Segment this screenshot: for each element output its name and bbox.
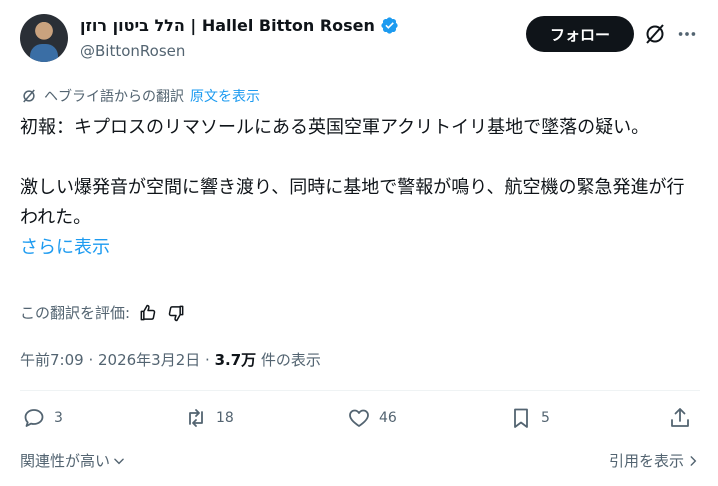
bookmark-count: 5 bbox=[541, 410, 550, 426]
rate-translation-label: この翻訳を評価: bbox=[20, 304, 131, 322]
rate-translation-row: この翻訳を評価: bbox=[20, 302, 186, 323]
tweet-date[interactable]: 2026年3月2日 bbox=[98, 351, 200, 369]
reply-icon bbox=[24, 409, 44, 427]
tweet-time[interactable]: 午前7:09 bbox=[20, 351, 84, 369]
thumbs-down-icon[interactable] bbox=[166, 303, 186, 323]
thumbs-up-icon[interactable] bbox=[138, 303, 158, 323]
relevance-sort[interactable]: 関連性が高い bbox=[20, 450, 126, 471]
like-count: 46 bbox=[379, 410, 397, 426]
grok-translate-icon bbox=[23, 89, 35, 103]
share-button[interactable] bbox=[668, 406, 692, 430]
bookmark-button[interactable]: 5 bbox=[509, 406, 550, 430]
view-quotes-link[interactable]: 引用を表示 bbox=[609, 450, 700, 471]
meta-separator: · bbox=[83, 351, 98, 369]
author-name-row: הלל ביטון רוזן | Hallel Bitton Rosen bbox=[80, 16, 399, 35]
author-handle[interactable]: @BittonRosen bbox=[80, 42, 185, 60]
tweet-body: 初報：キプロスのリマソールにある英国空軍アクリトイリ基地で墜落の疑い。 激しい爆… bbox=[20, 113, 700, 263]
translation-notice: ヘブライ語からの翻訳 原文を表示 bbox=[20, 86, 260, 106]
heart-icon bbox=[349, 409, 369, 427]
chevron-right-icon bbox=[690, 455, 697, 466]
avatar[interactable] bbox=[20, 14, 68, 62]
reply-count: 3 bbox=[54, 410, 63, 426]
footer-row: 関連性が高い 引用を表示 bbox=[20, 450, 700, 471]
view-quotes-label: 引用を表示 bbox=[608, 452, 684, 470]
tweet-paragraph-2: 激しい爆発音が空間に響き渡り、同時に基地で警報が鳴り、航空機の緊急発進が行われた… bbox=[20, 177, 685, 228]
share-icon bbox=[671, 408, 689, 427]
author-display-name[interactable]: הלל ביטון רוזן | Hallel Bitton Rosen bbox=[80, 16, 375, 35]
action-bar: 3 18 46 5 bbox=[20, 406, 700, 440]
tweet-paragraph-1: 初報：キプロスのリマソールにある英国空軍アクリトイリ基地で墜落の疑い。 bbox=[20, 117, 650, 138]
relevance-label: 関連性が高い bbox=[20, 452, 111, 470]
more-options-icon[interactable] bbox=[676, 22, 698, 46]
like-button[interactable]: 46 bbox=[347, 406, 397, 430]
repost-icon bbox=[189, 409, 203, 427]
bookmark-icon bbox=[514, 408, 528, 428]
follow-button[interactable]: フォロー bbox=[526, 16, 634, 52]
repost-count: 18 bbox=[216, 410, 234, 426]
views-label: 件の表示 bbox=[256, 351, 321, 369]
repost-button[interactable]: 18 bbox=[184, 406, 234, 430]
chevron-down-icon bbox=[114, 458, 124, 464]
show-original-link[interactable]: 原文を表示 bbox=[190, 86, 260, 106]
show-more-link[interactable]: さらに表示 bbox=[20, 233, 700, 263]
verified-badge-icon bbox=[381, 17, 398, 34]
translation-source-label: ヘブライ語からの翻訳 bbox=[44, 89, 184, 105]
grok-icon[interactable] bbox=[643, 22, 667, 46]
views-count: 3.7万 bbox=[214, 351, 257, 369]
tweet-meta: 午前7:09 · 2026年3月2日 · 3.7万 件の表示 bbox=[20, 349, 321, 370]
reply-button[interactable]: 3 bbox=[22, 406, 63, 430]
divider bbox=[20, 390, 700, 391]
meta-separator: · bbox=[200, 351, 215, 369]
